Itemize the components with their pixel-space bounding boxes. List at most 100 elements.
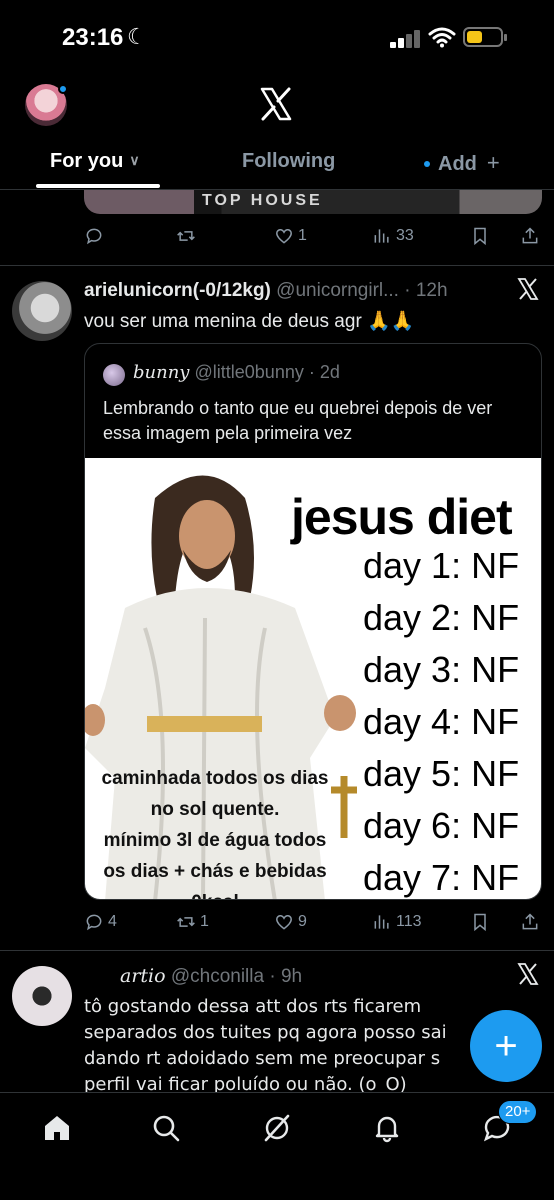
- quote-header: bunny @little0bunny · 2d: [133, 362, 340, 383]
- caption-line: caminhada todos os dias: [101, 768, 329, 789]
- battery-icon: [463, 27, 507, 47]
- tweet-header: arielunicorn(-0/12kg) @unicorngirl... · …: [84, 280, 448, 302]
- tab-for-you[interactable]: For you ∨: [50, 150, 140, 173]
- caption-line: os dias + chás e bebidas: [103, 861, 327, 882]
- tweet-header: artio @chconilla · 9h: [120, 965, 302, 988]
- display-name[interactable]: arielunicorn(-0/12kg): [84, 280, 271, 301]
- tab-label: Add: [438, 153, 477, 175]
- views-icon: [374, 229, 389, 243]
- quote-image[interactable]: jesus diet day 1: NF day 2: NF day 3: NF…: [85, 458, 541, 899]
- retweet-icon: [177, 231, 195, 241]
- like-button[interactable]: 9: [274, 912, 307, 932]
- nav-grok[interactable]: [262, 1113, 292, 1143]
- handle[interactable]: @chconilla: [171, 966, 264, 987]
- media-text: TOP HOUSE: [202, 192, 323, 209]
- tweet-text-line: separados dos tuites pq agora posso sai: [84, 1022, 447, 1043]
- views-count: 33: [396, 227, 414, 244]
- status-bar: 23:16 ☾: [0, 0, 554, 70]
- meme-day: day 5: NF: [363, 753, 520, 794]
- meme-day: day 7: NF: [363, 857, 520, 898]
- share-button[interactable]: [520, 912, 540, 932]
- tweet-text-line: dando rt adoidado sem me preocupar s: [84, 1048, 441, 1069]
- quote-avatar: [103, 364, 125, 386]
- messages-badge: 20+: [498, 1100, 538, 1124]
- status-time: 23:16: [62, 24, 124, 51]
- bell-icon: [375, 1116, 399, 1143]
- tweet-divider: [0, 265, 554, 266]
- display-name[interactable]: artio: [120, 965, 166, 987]
- retweet-button[interactable]: 1: [176, 912, 209, 932]
- plus-icon: +: [486, 150, 500, 175]
- share-icon: [522, 227, 538, 244]
- tab-following[interactable]: Following: [242, 150, 335, 173]
- share-button[interactable]: [520, 226, 540, 246]
- reply-icon: [86, 914, 102, 931]
- bottom-nav: [0, 1092, 554, 1200]
- tweet-divider: [0, 950, 554, 951]
- x-grok-icon[interactable]: [517, 278, 539, 300]
- retweet-button[interactable]: [176, 226, 196, 246]
- reply-button[interactable]: [84, 226, 104, 246]
- heart-icon: [275, 229, 293, 244]
- tab-label: For you: [50, 150, 124, 172]
- tab-label: Following: [242, 150, 336, 172]
- nav-search[interactable]: [151, 1113, 181, 1143]
- caption-line: no sol quente.: [150, 799, 280, 820]
- quote-display-name: bunny: [133, 362, 190, 383]
- tweet-avatar[interactable]: [12, 966, 72, 1026]
- meme-day: day 6: NF: [363, 805, 520, 846]
- nav-home[interactable]: [42, 1113, 72, 1143]
- moon-icon: ☾: [127, 24, 147, 49]
- bookmark-icon: [474, 227, 486, 246]
- handle[interactable]: @unicorngirl...: [276, 280, 399, 301]
- tab-add[interactable]: Add +: [424, 150, 500, 176]
- views-button[interactable]: 113: [372, 912, 422, 932]
- caption-line: 0kcal: [85, 887, 345, 899]
- bookmark-button[interactable]: [470, 226, 490, 246]
- meme-day: day 2: NF: [363, 597, 520, 638]
- bookmark-button[interactable]: [470, 912, 490, 932]
- tweet-text: tô gostando dessa att dos rts ficarem se…: [84, 994, 484, 1092]
- tweet-text-line: perfil vai ficar poluído ou não. (o_O): [84, 1074, 407, 1092]
- retweet-icon: [177, 917, 195, 927]
- views-count: 113: [396, 913, 422, 930]
- tweet-actions: 1 33: [84, 226, 544, 250]
- chevron-down-icon: ∨: [129, 152, 140, 168]
- tweet-media[interactable]: TOP HOUSE: [84, 190, 542, 214]
- quote-handle: @little0bunny: [194, 362, 304, 382]
- notification-dot: [58, 84, 68, 94]
- reply-button[interactable]: 4: [84, 912, 117, 932]
- timestamp: · 9h: [269, 966, 303, 987]
- new-dot-icon: [424, 161, 430, 167]
- search-icon: [153, 1115, 180, 1142]
- share-icon: [522, 913, 538, 930]
- x-grok-icon[interactable]: [517, 963, 539, 985]
- cellular-signal-icon: [390, 30, 422, 48]
- meme-title: jesus diet: [291, 489, 513, 545]
- tweet-avatar[interactable]: [12, 281, 72, 341]
- x-logo-icon: [260, 87, 292, 121]
- tab-active-indicator: [36, 184, 160, 188]
- bookmark-icon: [474, 913, 486, 932]
- views-icon: [374, 915, 389, 929]
- heart-icon: [275, 915, 293, 930]
- home-icon: [45, 1116, 69, 1140]
- nav-notifications[interactable]: [372, 1113, 402, 1143]
- reply-icon: [86, 228, 102, 245]
- quote-timestamp: · 2d: [308, 362, 340, 382]
- grok-icon: [264, 1114, 290, 1142]
- retweet-count: 1: [200, 913, 209, 930]
- tweet-actions: 4 1 9 113: [84, 912, 544, 936]
- like-count: 1: [298, 227, 307, 244]
- tweet-text: vou ser uma menina de deus agr 🙏🙏: [84, 311, 415, 332]
- views-button[interactable]: 33: [372, 226, 414, 246]
- timeline-tabs: For you ∨ Following Add +: [0, 140, 554, 190]
- like-count: 9: [298, 913, 307, 930]
- tweet-text-line: tô gostando dessa att dos rts ficarem: [84, 996, 422, 1017]
- compose-button[interactable]: +: [470, 1010, 542, 1082]
- timestamp: · 12h: [404, 280, 448, 301]
- caption-line: mínimo 3l de água todos: [103, 830, 327, 851]
- quoted-tweet[interactable]: bunny @little0bunny · 2d Lembrando o tan…: [84, 343, 542, 900]
- like-button[interactable]: 1: [274, 226, 307, 246]
- wifi-icon: [428, 27, 456, 48]
